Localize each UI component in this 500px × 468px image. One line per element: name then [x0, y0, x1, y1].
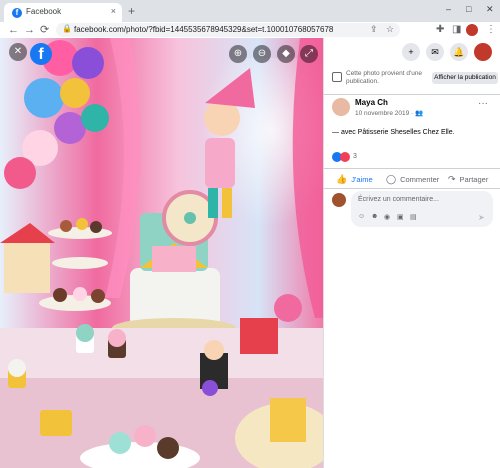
maximize-icon[interactable]: □	[466, 4, 471, 14]
divider	[324, 168, 500, 169]
zoom-out-icon[interactable]: ⊖	[253, 45, 271, 63]
share-icon[interactable]: ⇪	[370, 24, 378, 35]
profile-avatar[interactable]	[466, 24, 478, 36]
avatar-sticker-icon[interactable]: ☺	[358, 213, 365, 220]
publication-icon	[332, 72, 342, 82]
post-date[interactable]: 10 novembre 2019 · 👥	[355, 109, 423, 117]
love-reaction-icon	[340, 152, 350, 162]
reload-icon[interactable]: ⟳	[40, 23, 49, 37]
tab-close-icon[interactable]: ×	[111, 6, 116, 16]
share-label: Partager	[459, 175, 489, 184]
new-tab-button[interactable]: +	[128, 4, 135, 18]
zoom-in-icon[interactable]: ⊕	[229, 45, 247, 63]
author-avatar[interactable]	[332, 98, 350, 116]
commenter-avatar	[332, 193, 346, 207]
sticker-icon[interactable]: ▤	[410, 213, 417, 221]
like-label: J'aime	[351, 175, 373, 184]
camera-icon[interactable]: ◉	[384, 213, 390, 221]
photo-viewer: ✕ f ⊕ ⊖ ◆ ⤢	[0, 38, 323, 468]
notifications-icon[interactable]: 🔔	[450, 43, 468, 61]
gif-icon[interactable]: ▣	[397, 213, 404, 221]
divider	[324, 94, 500, 95]
comment-label: Commenter	[400, 175, 440, 184]
party-cake-photo	[0, 38, 323, 468]
divider	[324, 188, 500, 189]
tab-strip: f Facebook × + – □ ✕	[0, 0, 500, 22]
facebook-logo-icon[interactable]: f	[30, 43, 52, 65]
facebook-favicon-icon: f	[12, 8, 22, 18]
post-details-panel: + ✉ 🔔 Cette photo provient d'une publica…	[323, 38, 500, 468]
browser-menu-icon[interactable]: ⋮	[486, 24, 496, 35]
close-viewer-icon[interactable]: ✕	[9, 43, 27, 61]
post-caption: — avec Pâtisserie Sheselles Chez Elle.	[332, 129, 455, 136]
fullscreen-icon[interactable]: ⤢	[300, 45, 318, 63]
browser-window: f Facebook × + – □ ✕ ← → ⟳ 🔒 facebook.co…	[0, 0, 500, 468]
more-options-icon[interactable]: ···	[478, 98, 488, 109]
forward-icon[interactable]: →	[24, 23, 35, 37]
address-bar[interactable]: 🔒 facebook.com/photo/?fbid=1445535678945…	[56, 23, 400, 37]
author-name[interactable]: Maya Ch	[355, 98, 388, 107]
create-icon[interactable]: +	[402, 43, 420, 61]
back-icon[interactable]: ←	[8, 23, 19, 37]
tag-icon[interactable]: ◆	[277, 45, 295, 63]
bookmark-star-icon[interactable]: ☆	[386, 24, 394, 35]
window-close-icon[interactable]: ✕	[486, 4, 494, 15]
browser-toolbar: ← → ⟳ 🔒 facebook.com/photo/?fbid=1445535…	[0, 22, 500, 38]
panel-top-bar: + ✉ 🔔	[324, 38, 500, 66]
tab-facebook[interactable]: f Facebook ×	[4, 3, 122, 22]
source-notice: Cette photo provient d'une publication. …	[332, 70, 498, 92]
comment-input[interactable]: Écrivez un commentaire... ☺ ☻ ◉ ▣ ▤ ➤	[351, 191, 493, 227]
side-panel-icon[interactable]: ◨	[452, 24, 461, 35]
share-arrow-icon: ↷	[448, 174, 456, 184]
comment-placeholder: Écrivez un commentaire...	[358, 196, 439, 203]
extensions-icon[interactable]: ✚	[436, 24, 444, 35]
send-icon[interactable]: ➤	[478, 213, 485, 222]
minimize-icon[interactable]: –	[446, 4, 451, 14]
site-info-icon[interactable]: 🔒	[62, 24, 72, 33]
comment-button[interactable]: ◯ Commenter	[386, 172, 439, 186]
share-button[interactable]: ↷ Partager	[448, 172, 488, 186]
like-icon: 👍	[336, 174, 348, 184]
account-avatar[interactable]	[474, 43, 492, 61]
url-text[interactable]: facebook.com/photo/?fbid=144553567894532…	[74, 25, 364, 34]
reaction-count: 3	[353, 153, 357, 160]
show-publication-button[interactable]: Afficher la publication	[432, 72, 498, 84]
emoji-icon[interactable]: ☻	[371, 213, 378, 220]
tab-title: Facebook	[26, 7, 62, 16]
messenger-icon[interactable]: ✉	[426, 43, 444, 61]
notice-text: Cette photo provient d'une publication.	[346, 70, 423, 85]
like-button[interactable]: 👍 J'aime	[336, 172, 373, 186]
comment-icon: ◯	[386, 174, 397, 184]
